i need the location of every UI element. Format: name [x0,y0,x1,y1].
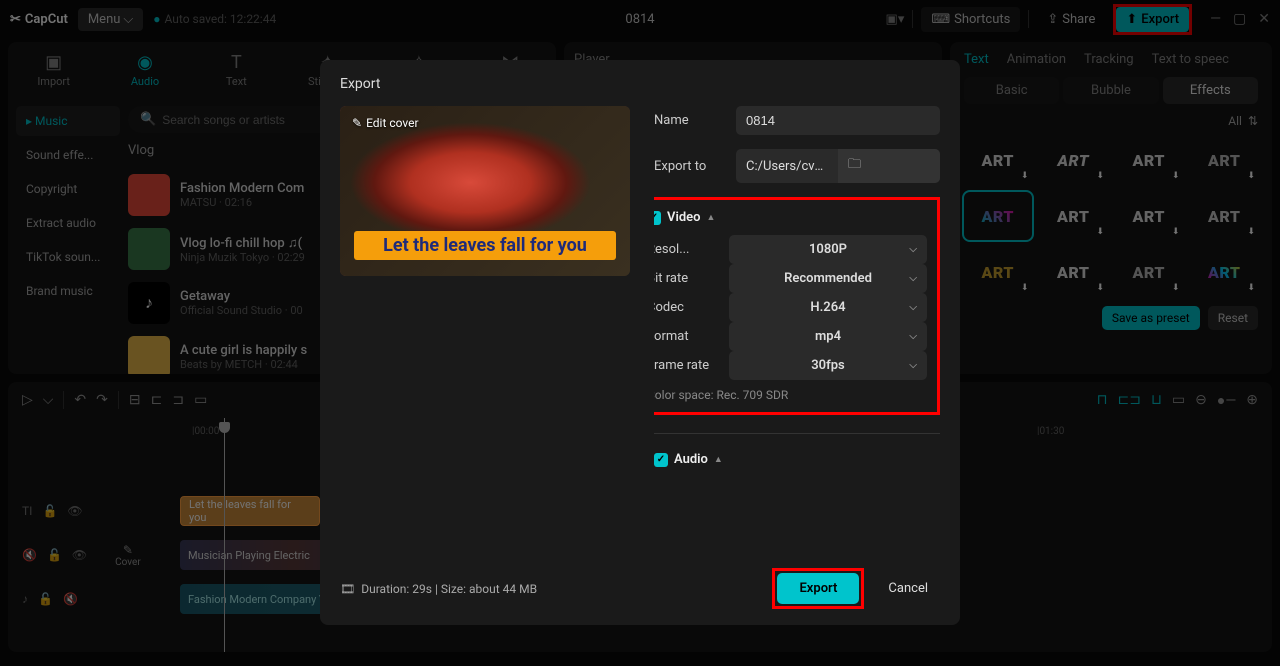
audio-section-header[interactable]: ✓ Audio ▲ [654,452,940,467]
modal-footer: 🎞Duration: 29s | Size: about 44 MB Expor… [340,554,940,609]
video-section-header[interactable]: ✓ Video ▲ [654,210,927,225]
cancel-button[interactable]: Cancel [876,573,940,604]
framerate-label: Frame rate [654,358,717,373]
exportto-field: C:/Users/cvalley/App... 🗀 [736,149,940,183]
resolution-label: Resol... [654,242,717,257]
audio-checkbox[interactable]: ✓ [654,453,668,467]
export-form: Name Export to C:/Users/cvalley/App... 🗀… [654,106,940,554]
export-preview: ✎Edit cover Let the leaves fall for you [340,106,630,276]
modal-title: Export [340,76,940,92]
bitrate-select[interactable]: Recommended [729,264,927,293]
pencil-icon: ✎ [352,116,362,130]
name-input[interactable] [736,106,940,135]
film-icon: 🎞 [340,582,355,596]
export-confirm-button[interactable]: Export [777,573,859,604]
video-checkbox[interactable]: ✓ [654,211,661,225]
format-select[interactable]: mp4 [729,322,927,351]
format-label: Format [654,329,717,344]
export-modal: Export ✎Edit cover Let the leaves fall f… [320,60,960,625]
colorspace-info: Color space: Rec. 709 SDR [654,388,927,402]
highlight-video-settings: ✓ Video ▲ Resol... 1080P Bit rate Recommen… [654,197,940,415]
highlight-export-btn: Export [772,568,864,609]
resolution-select[interactable]: 1080P [729,235,927,264]
codec-select[interactable]: H.264 [729,293,927,322]
exportto-path: C:/Users/cvalley/App... [736,152,838,181]
edit-cover-button[interactable]: ✎Edit cover [352,116,419,130]
bitrate-label: Bit rate [654,271,717,286]
divider [654,433,940,434]
framerate-select[interactable]: 30fps [729,351,927,380]
folder-icon[interactable]: 🗀 [838,149,940,183]
preview-caption: Let the leaves fall for you [354,231,616,260]
codec-label: Codec [654,300,717,315]
chevron-up-icon: ▲ [707,212,716,223]
name-label: Name [654,113,724,128]
filesize-info: 🎞Duration: 29s | Size: about 44 MB [340,582,537,596]
chevron-up-icon: ▲ [714,454,723,465]
exportto-label: Export to [654,159,724,174]
